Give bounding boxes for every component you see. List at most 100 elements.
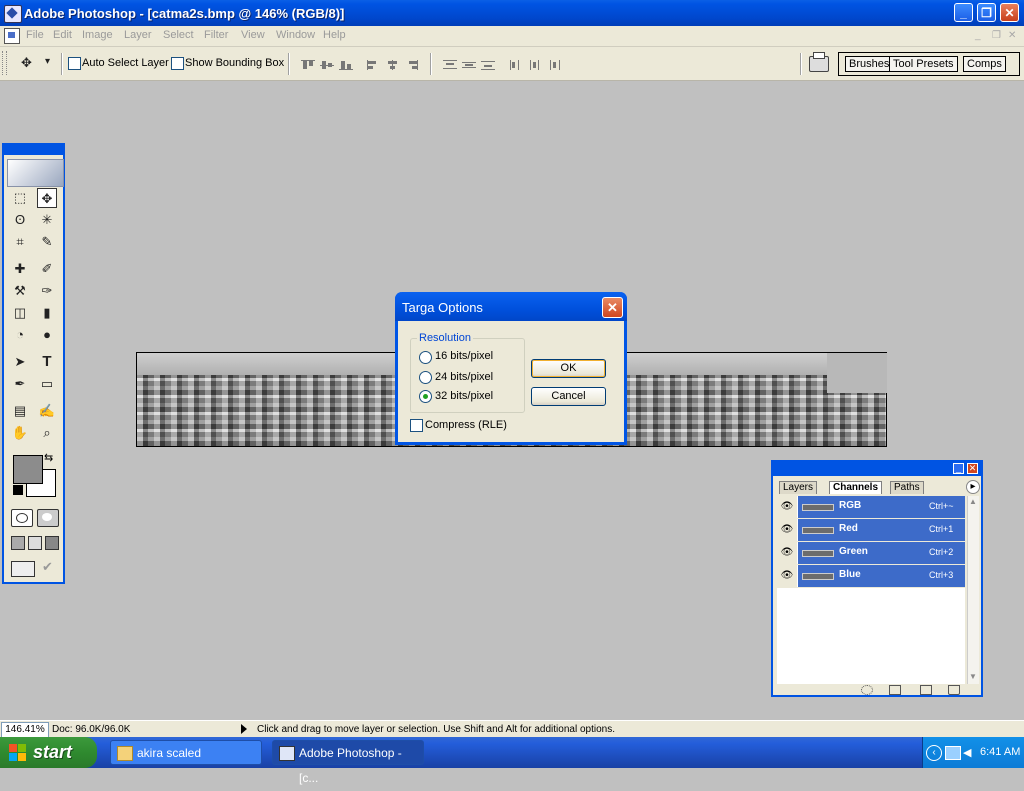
distribute-right-icon[interactable] [547,60,561,70]
palette-minimize-icon[interactable]: _ [953,463,964,474]
checkmark-icon[interactable]: ✔ [42,559,56,575]
lasso-tool-icon[interactable]: ʘ [10,210,30,230]
menu-help[interactable]: Help [323,29,346,41]
doc-close-icon[interactable]: ✕ [1008,30,1016,41]
dialog-close-button[interactable]: ✕ [602,297,623,318]
radio-24-bits[interactable] [419,371,432,384]
crop-tool-icon[interactable]: ⌗ [10,232,30,252]
magic-wand-tool-icon[interactable]: ✳ [37,210,57,230]
menu-layer[interactable]: Layer [124,29,152,41]
palette-close-icon[interactable]: ✕ [967,463,978,474]
eraser-tool-icon[interactable]: ◫ [10,303,30,323]
palette-well-tab-brushes[interactable]: Brushes [845,56,894,72]
tab-layers[interactable]: Layers [779,481,818,494]
distribute-left-icon[interactable] [509,60,523,70]
channel-row-rgb[interactable]: 👁 RGB Ctrl+~ [777,496,965,519]
clone-stamp-tool-icon[interactable]: ⚒ [10,281,30,301]
hand-tool-icon[interactable]: ✋ [10,423,30,443]
task-akira-scaled[interactable]: akira scaled [110,740,262,765]
align-top-icon[interactable] [301,60,315,70]
save-selection-as-channel-icon[interactable] [889,685,901,695]
toolbox-title-bar[interactable] [4,145,63,155]
distribute-bottom-icon[interactable] [481,60,495,70]
document-icon[interactable] [4,28,20,44]
slice-tool-icon[interactable]: ✎ [37,232,57,252]
marquee-tool-icon[interactable]: ⬚ [10,188,30,208]
channel-row-green[interactable]: 👁 Green Ctrl+2 [777,542,965,565]
radio-32-bits[interactable] [419,390,432,403]
scroll-down-icon[interactable]: ▼ [969,672,977,681]
visibility-eye-icon[interactable]: 👁 [777,542,797,564]
menu-image[interactable]: Image [82,29,113,41]
trash-icon[interactable] [948,685,960,695]
jump-to-imageready-icon[interactable] [11,561,35,577]
show-hidden-icons-chevron-icon[interactable]: ‹ [926,745,942,761]
notes-tool-icon[interactable]: ▤ [10,401,30,421]
pen-tool-icon[interactable]: ✒ [10,374,30,394]
load-channel-as-selection-icon[interactable] [861,685,873,695]
swap-colors-icon[interactable]: ⇆ [44,451,53,464]
scroll-up-icon[interactable]: ▲ [969,497,977,506]
palette-well-tab-tool-presets[interactable]: Tool Presets [889,56,958,72]
default-colors-icon[interactable] [13,485,23,495]
new-channel-icon[interactable] [920,685,932,695]
full-screen-mode-icon[interactable] [45,536,59,550]
distribute-horizontal-center-icon[interactable] [528,60,542,70]
show-bounding-box-checkbox[interactable] [171,57,184,70]
standard-screen-mode-icon[interactable] [11,536,25,550]
dialog-title-bar[interactable]: Targa Options ✕ [395,292,627,321]
tab-paths[interactable]: Paths [890,481,924,494]
align-right-icon[interactable] [405,60,419,70]
move-tool-preset-icon[interactable]: ✥ [21,55,32,71]
cancel-button[interactable]: Cancel [531,387,606,406]
adobe-online-feather-icon[interactable] [7,159,64,187]
distribute-top-icon[interactable] [443,60,457,70]
align-horizontal-center-icon[interactable] [386,60,400,70]
visibility-eye-icon[interactable]: 👁 [777,519,797,541]
tool-preset-dropdown-icon[interactable]: ▾ [45,56,50,67]
options-bar-gripper[interactable] [2,51,7,75]
menu-edit[interactable]: Edit [53,29,72,41]
zoom-tool-icon[interactable]: ⌕ [37,423,57,443]
minimize-button[interactable]: _ [954,3,973,22]
gradient-tool-icon[interactable]: ▮ [37,303,57,323]
palette-title-bar[interactable]: _ ✕ [773,462,981,476]
full-screen-menu-mode-icon[interactable] [28,536,42,550]
title-bar[interactable]: Adobe Photoshop - [catma2s.bmp @ 146% (R… [0,0,1024,26]
quick-mask-mode-icon[interactable] [37,509,59,527]
foreground-color-swatch[interactable] [13,455,43,484]
menu-file[interactable]: File [26,29,44,41]
menu-view[interactable]: View [241,29,265,41]
align-bottom-icon[interactable] [339,60,353,70]
menu-filter[interactable]: Filter [204,29,228,41]
palette-menu-icon[interactable]: ▸ [966,480,980,494]
status-menu-arrow-icon[interactable] [241,724,247,734]
restore-button[interactable]: ❐ [977,3,996,22]
close-button[interactable]: ✕ [1000,3,1019,22]
brush-tool-icon[interactable]: ✐ [37,259,57,279]
standard-mode-icon[interactable] [11,509,33,527]
auto-select-layer-checkbox[interactable] [68,57,81,70]
channel-row-blue[interactable]: 👁 Blue Ctrl+3 [777,565,965,588]
photoshop-app-icon[interactable] [4,5,22,23]
history-brush-tool-icon[interactable]: ✑ [37,281,57,301]
distribute-vertical-center-icon[interactable] [462,60,476,70]
compress-rle-checkbox[interactable] [410,419,423,432]
visibility-eye-icon[interactable]: 👁 [777,496,797,518]
path-selection-tool-icon[interactable]: ➤ [10,352,30,372]
align-vertical-center-icon[interactable] [320,60,334,70]
move-tool-icon[interactable]: ✥ [37,188,57,208]
volume-icon[interactable]: ◀ [963,746,971,759]
task-photoshop[interactable]: Adobe Photoshop - [c... [272,740,424,785]
menu-select[interactable]: Select [163,29,194,41]
channel-list-scrollbar[interactable]: ▲ ▼ [967,496,979,684]
palette-well-tab-comps[interactable]: Comps [963,56,1006,72]
type-tool-icon[interactable]: T [37,352,57,372]
doc-minimize-icon[interactable]: _ [975,30,981,41]
dodge-tool-icon[interactable]: ● [37,325,57,345]
ok-button[interactable]: OK [531,359,606,378]
tab-channels[interactable]: Channels [829,481,883,494]
zoom-level-field[interactable]: 146.41% [1,722,49,738]
blur-tool-icon[interactable]: ◔ [10,325,30,345]
visibility-eye-icon[interactable]: 👁 [777,565,797,587]
